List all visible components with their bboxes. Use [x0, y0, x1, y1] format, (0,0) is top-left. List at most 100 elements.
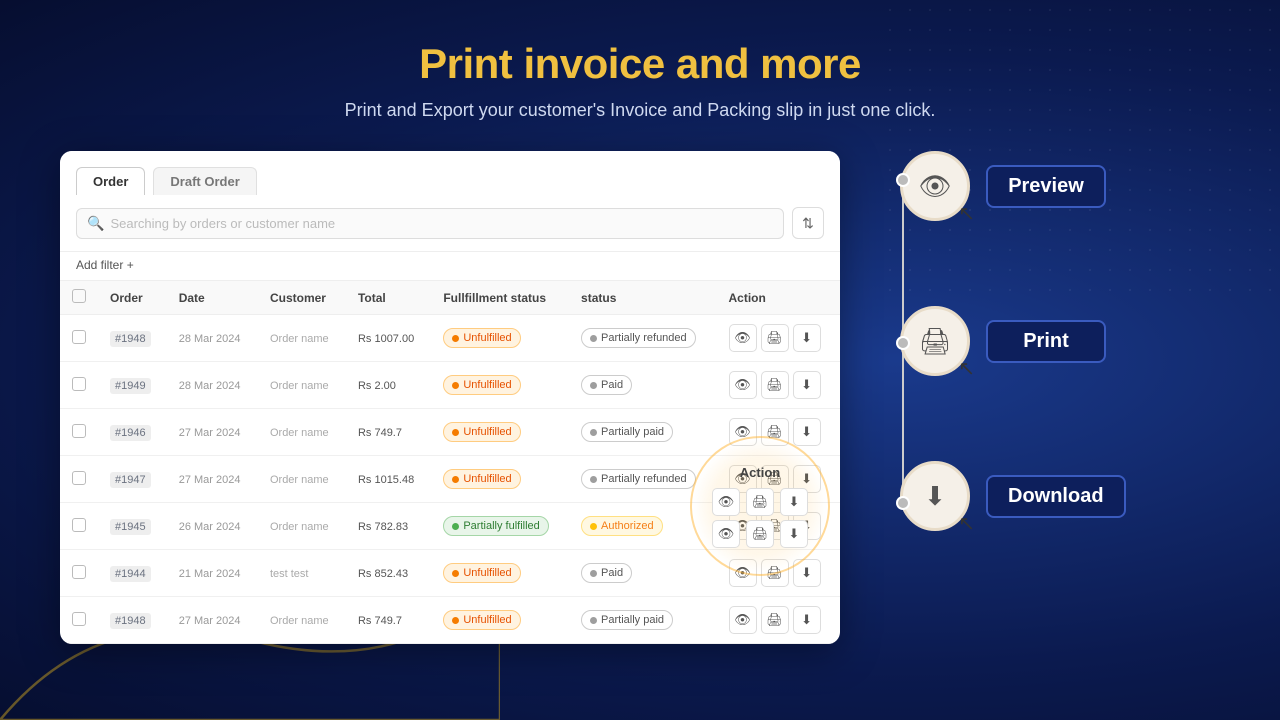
row-actions: 👁 🖨 ⬇ [717, 362, 840, 409]
download-btn-1[interactable]: ⬇ [793, 371, 821, 399]
row-total: Rs 749.7 [346, 409, 431, 456]
row-status: Partially refunded [569, 315, 716, 362]
preview-icon-circle[interactable]: 👁 ↖ [900, 151, 970, 221]
row-fulfillment: Unfulfilled [431, 550, 569, 597]
row-customer: Order name [258, 362, 346, 409]
row-total: Rs 782.83 [346, 503, 431, 550]
row-order-id: #1945 [98, 503, 167, 550]
print-btn-1[interactable]: 🖨 [761, 371, 789, 399]
orders-panel: Order Draft Order 🔍 Searching by orders … [60, 151, 840, 644]
row-order-id: #1946 [98, 409, 167, 456]
print-icon-circle[interactable]: 🖨 ↖ [900, 306, 970, 376]
row-status: Paid [569, 362, 716, 409]
col-checkbox [60, 281, 98, 315]
row-checkbox[interactable] [60, 597, 98, 644]
row-date: 26 Mar 2024 [167, 503, 258, 550]
cursor-icon-download: ↖ [958, 511, 975, 536]
row-checkbox[interactable] [60, 550, 98, 597]
spotlight-row-2: 👁 🖨 ⬇ [712, 520, 808, 548]
header-checkbox[interactable] [72, 289, 86, 303]
spotlight-print-btn-1[interactable]: 🖨 [746, 488, 774, 516]
row-order-id: #1948 [98, 597, 167, 644]
panel-area: Order Draft Order 🔍 Searching by orders … [0, 151, 1280, 644]
row-customer: Order name [258, 503, 346, 550]
spotlight-preview-btn-1[interactable]: 👁 [712, 488, 740, 516]
col-status: status [569, 281, 716, 315]
download-btn-2[interactable]: ⬇ [793, 418, 821, 446]
spotlight-download-btn-2[interactable]: ⬇ [780, 520, 808, 548]
row-status: Partially paid [569, 597, 716, 644]
line-dot-bottom [896, 496, 910, 510]
page-subtitle: Print and Export your customer's Invoice… [345, 100, 936, 121]
printer-icon: 🖨 [918, 326, 951, 357]
spotlight-download-btn-1[interactable]: ⬇ [780, 488, 808, 516]
download-icon: ⬇ [924, 481, 946, 512]
add-filter-button[interactable]: Add filter + [76, 258, 134, 272]
row-status: Paid [569, 550, 716, 597]
row-fulfillment: Unfulfilled [431, 597, 569, 644]
row-checkbox[interactable] [60, 409, 98, 456]
col-order: Order [98, 281, 167, 315]
row-actions: 👁 🖨 ⬇ [717, 597, 840, 644]
download-btn-6[interactable]: ⬇ [793, 606, 821, 634]
row-total: Rs 1015.48 [346, 456, 431, 503]
row-status: Partially paid [569, 409, 716, 456]
row-order-id: #1947 [98, 456, 167, 503]
line-dot-mid [896, 336, 910, 350]
row-fulfillment: Unfulfilled [431, 456, 569, 503]
row-checkbox[interactable] [60, 456, 98, 503]
row-total: Rs 852.43 [346, 550, 431, 597]
print-btn-6[interactable]: 🖨 [761, 606, 789, 634]
row-customer: Order name [258, 456, 346, 503]
row-date: 21 Mar 2024 [167, 550, 258, 597]
row-fulfillment: Unfulfilled [431, 315, 569, 362]
preview-btn-6[interactable]: 👁 [729, 606, 757, 634]
sidebar-item-download: ⬇ ↖ Download [900, 461, 1126, 531]
row-date: 27 Mar 2024 [167, 456, 258, 503]
col-customer: Customer [258, 281, 346, 315]
row-date: 28 Mar 2024 [167, 315, 258, 362]
sort-button[interactable]: ⇅ [792, 207, 824, 239]
col-action: Action [717, 281, 840, 315]
spotlight-print-btn-2[interactable]: 🖨 [746, 520, 774, 548]
row-customer: Order name [258, 409, 346, 456]
preview-btn-0[interactable]: 👁 [729, 324, 757, 352]
row-customer: Order name [258, 315, 346, 362]
tab-bar: Order Draft Order [60, 151, 840, 195]
sidebar-item-preview: 👁 ↖ Preview [900, 151, 1106, 221]
main-content: Print invoice and more Print and Export … [0, 0, 1280, 644]
print-label: Print [986, 320, 1106, 363]
row-date: 28 Mar 2024 [167, 362, 258, 409]
spotlight-preview-btn-2[interactable]: 👁 [712, 520, 740, 548]
tab-order[interactable]: Order [76, 167, 145, 195]
row-date: 27 Mar 2024 [167, 597, 258, 644]
row-order-id: #1944 [98, 550, 167, 597]
right-sidebar: 👁 ↖ Preview 🖨 ↖ Print ⬇ ↖ Download [840, 151, 950, 531]
col-fulfillment: Fullfillment status [431, 281, 569, 315]
row-customer: test test [258, 550, 346, 597]
col-total: Total [346, 281, 431, 315]
print-btn-0[interactable]: 🖨 [761, 324, 789, 352]
row-checkbox[interactable] [60, 362, 98, 409]
row-total: Rs 2.00 [346, 362, 431, 409]
cursor-icon-print: ↖ [958, 356, 975, 381]
download-icon-circle[interactable]: ⬇ ↖ [900, 461, 970, 531]
search-box[interactable]: 🔍 Searching by orders or customer name [76, 208, 784, 239]
search-icon: 🔍 [87, 215, 104, 232]
row-actions: 👁 🖨 ⬇ [717, 315, 840, 362]
cursor-icon-preview: ↖ [958, 201, 975, 226]
row-checkbox[interactable] [60, 503, 98, 550]
table-row: #1948 28 Mar 2024 Order name Rs 1007.00 … [60, 315, 840, 362]
tab-draft-order[interactable]: Draft Order [153, 167, 256, 195]
download-btn-0[interactable]: ⬇ [793, 324, 821, 352]
sidebar-item-print: 🖨 ↖ Print [900, 306, 1106, 376]
table-header-row: Order Date Customer Total Fullfillment s… [60, 281, 840, 315]
line-dot-top [896, 173, 910, 187]
row-checkbox[interactable] [60, 315, 98, 362]
page-title: Print invoice and more [419, 40, 861, 88]
spotlight-label: Action [740, 465, 780, 480]
preview-btn-1[interactable]: 👁 [729, 371, 757, 399]
row-fulfillment: Unfulfilled [431, 362, 569, 409]
row-total: Rs 1007.00 [346, 315, 431, 362]
download-label: Download [986, 475, 1126, 518]
